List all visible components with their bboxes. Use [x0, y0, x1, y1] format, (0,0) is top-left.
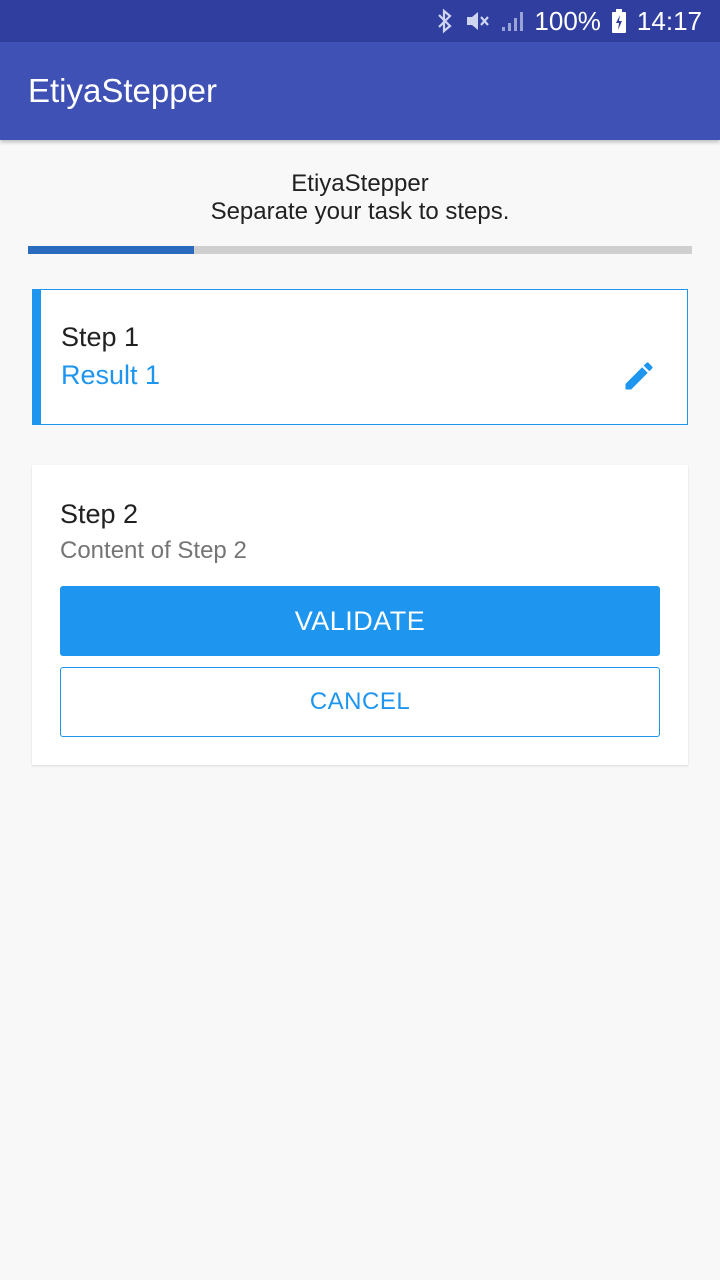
battery-charging-icon — [611, 8, 627, 34]
validate-button[interactable]: VALIDATE — [60, 586, 660, 656]
status-bar: 100% 14:17 — [0, 0, 720, 42]
step-1-title: Step 1 — [61, 322, 140, 352]
step-1-result: Result 1 — [61, 360, 161, 390]
stepper-header: EtiyaStepper Separate your task to steps… — [0, 170, 720, 226]
step-2-title: Step 2 — [60, 499, 139, 529]
cancel-button[interactable]: CANCEL — [60, 667, 660, 737]
header-subtitle: Separate your task to steps. — [210, 198, 510, 225]
battery-percentage: 100% — [534, 5, 601, 36]
app-title: EtiyaStepper — [28, 72, 217, 109]
progress-bar — [28, 246, 692, 254]
header-title: EtiyaStepper — [291, 170, 429, 197]
step-1-card[interactable]: Step 1 Result 1 — [32, 289, 688, 425]
step-1-accent-bar — [33, 290, 41, 424]
step-2-content: Content of Step 2 — [60, 537, 247, 564]
status-time: 14:17 — [636, 5, 702, 36]
progress-fill — [28, 246, 194, 254]
bluetooth-icon — [436, 8, 454, 34]
mute-icon — [464, 8, 490, 34]
step-2-card: Step 2 Content of Step 2 VALIDATE CANCEL — [32, 465, 688, 765]
edit-pencil-icon[interactable] — [621, 358, 657, 394]
app-bar: EtiyaStepper — [0, 42, 720, 140]
signal-icon — [500, 8, 526, 34]
